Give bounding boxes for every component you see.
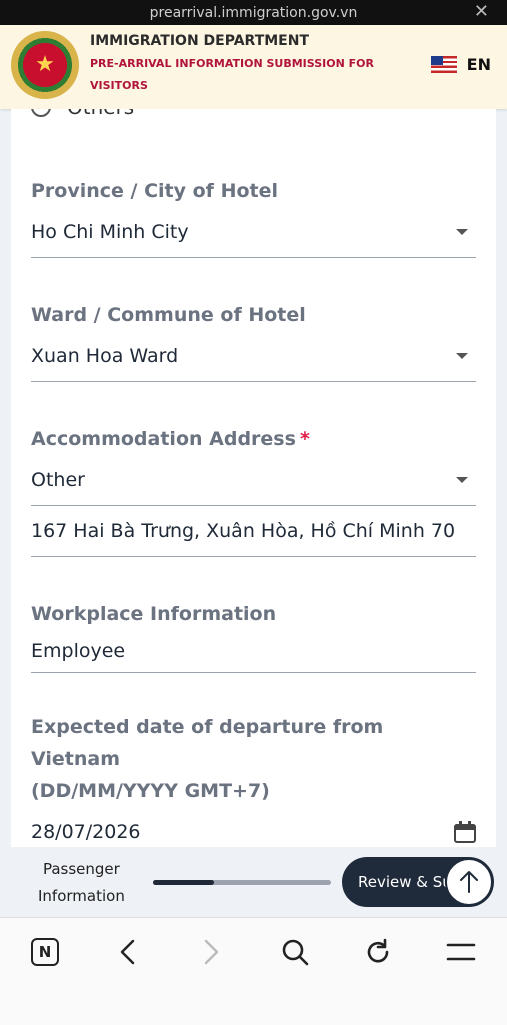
browser-toolbar: N [0,917,507,1025]
immigration-emblem-icon: ★ [11,31,79,99]
province-field: Province / City of Hotel Ho Chi Minh Cit… [31,175,476,258]
radio-label: Others [67,109,134,119]
chevron-down-icon[interactable] [456,353,468,359]
radio-others[interactable]: Others [31,109,134,119]
menu-button[interactable] [443,934,479,970]
header-titles: IMMIGRATION DEPARTMENT PRE-ARRIVAL INFOR… [90,33,390,97]
hamburger-menu-icon [446,943,476,961]
reload-button[interactable] [360,934,396,970]
accommodation-field: Accommodation Address * Other 167 Hai Bà … [31,423,476,557]
forward-button[interactable] [193,934,229,970]
search-icon [282,939,309,966]
url-text: prearrival.immigration.gov.vn [149,4,358,21]
ward-value: Xuan Hoa Ward [31,345,179,367]
workplace-input[interactable]: Employee [31,630,476,673]
header-subtitle: PRE-ARRIVAL INFORMATION SUBMISSION FOR V… [90,57,374,92]
form-card: Others Province / City of Hotel Ho Chi M… [11,109,496,847]
department-title: IMMIGRATION DEPARTMENT [90,33,310,49]
departure-date-input[interactable]: 28/07/2026 [31,807,476,847]
departure-label-line2: (DD/MM/YYYY GMT+7) [31,780,270,802]
scroll-to-top-button[interactable] [445,858,493,906]
required-mark: * [299,428,310,450]
ward-field: Ward / Commune of Hotel Xuan Hoa Ward [31,299,476,382]
us-flag-icon [430,56,457,73]
accommodation-label: Accommodation Address * [31,423,476,455]
radio-circle-icon[interactable] [31,109,51,117]
back-button[interactable] [110,934,146,970]
workplace-field: Workplace Information Employee [31,598,476,673]
close-icon[interactable]: ✕ [474,1,489,22]
chevron-left-icon [120,939,135,965]
accommodation-label-text: Accommodation Address [31,428,296,450]
progress-area: Passenger Information Review & Submit [0,847,507,917]
chevron-right-icon [204,939,219,965]
chevron-down-icon[interactable] [456,477,468,483]
browser-home-button[interactable]: N [27,934,63,970]
province-value: Ho Chi Minh City [31,221,189,243]
reload-icon [367,938,389,963]
step-label-line1: Passenger [42,860,120,878]
step-label: Passenger Information [38,856,125,910]
province-select[interactable]: Ho Chi Minh City [31,207,476,258]
search-button[interactable] [277,934,313,970]
departure-field: Expected date of departure from Vietnam … [31,711,476,847]
ward-select[interactable]: Xuan Hoa Ward [31,331,476,382]
site-header: ★ IMMIGRATION DEPARTMENT PRE-ARRIVAL INF… [0,25,507,109]
url-bar[interactable]: prearrival.immigration.gov.vn ✕ [0,0,507,25]
accommodation-value: Other [31,469,85,491]
province-label: Province / City of Hotel [31,180,278,202]
accommodation-select[interactable]: Other [31,455,476,506]
language-code: EN [466,55,491,74]
workplace-label: Workplace Information [31,603,277,625]
language-selector[interactable]: EN [430,55,491,74]
address-input[interactable]: 167 Hai Bà Trưng, Xuân Hòa, Hồ Chí Minh … [31,506,476,557]
arrow-up-icon [460,871,478,893]
address-value: 167 Hai Bà Trưng, Xuân Hòa, Hồ Chí Minh … [31,520,456,542]
browser-logo-icon: N [31,938,59,966]
progress-fill [153,880,214,885]
workplace-value: Employee [31,640,126,662]
step-label-line2: Information [38,887,125,905]
progress-track [153,880,331,885]
chevron-down-icon[interactable] [456,229,468,235]
ward-label: Ward / Commune of Hotel [31,304,306,326]
calendar-icon[interactable] [454,821,476,843]
departure-label-line1: Expected date of departure from Vietnam [31,716,384,770]
departure-value: 28/07/2026 [31,821,141,843]
